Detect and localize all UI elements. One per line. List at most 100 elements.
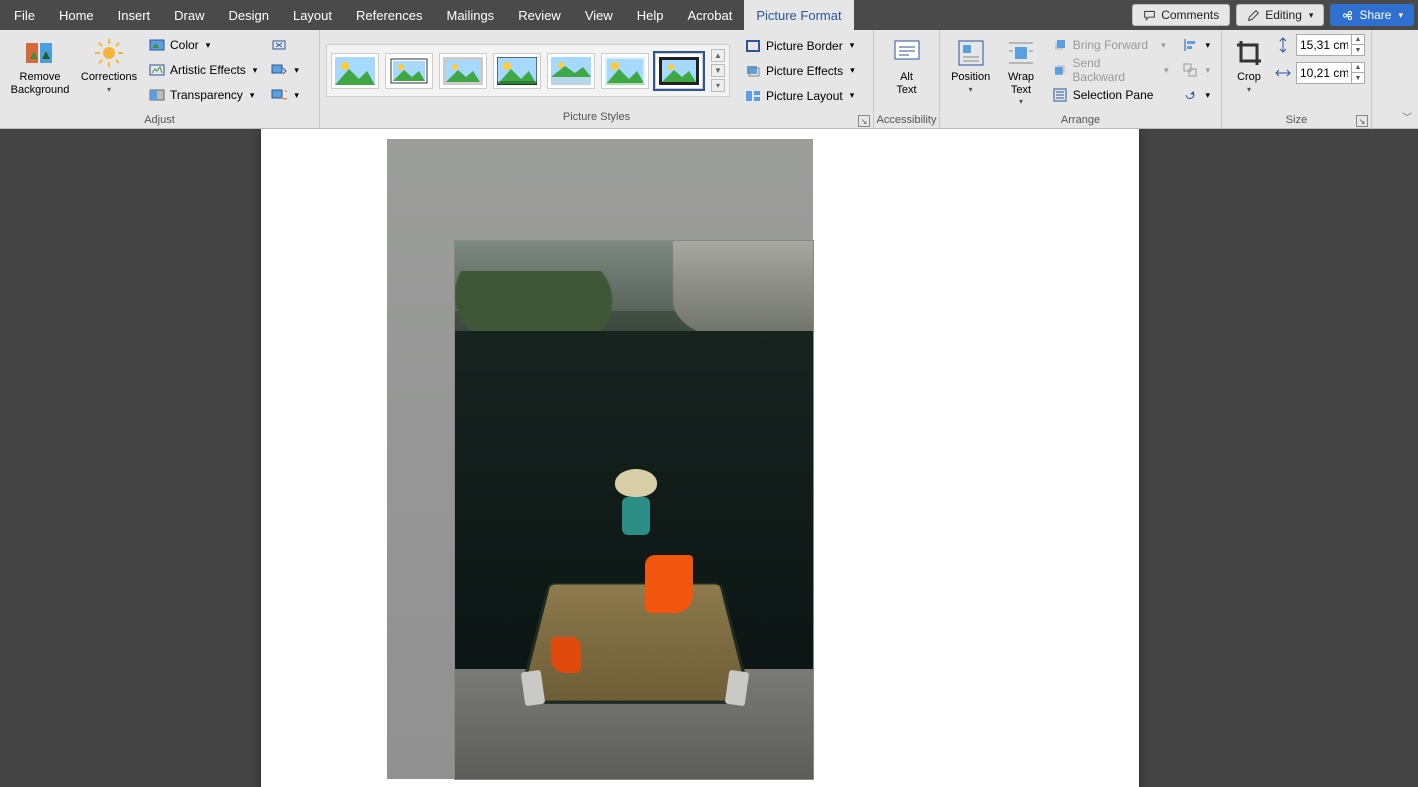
picture-style-option-3[interactable] [439,53,487,89]
tab-references[interactable]: References [344,0,434,30]
group-picture-styles: ▲ ▼ ▾ Picture Border ▾ Picture Effects ▾ [320,30,874,129]
group-label-picture-styles: Picture Styles↘ [320,111,873,129]
share-button[interactable]: Share ▾ [1330,4,1414,26]
remove-background-icon [24,37,56,69]
picture-style-option-7[interactable] [655,53,703,89]
selected-picture[interactable] [454,240,814,780]
chevron-down-icon: ▾ [850,90,855,101]
height-down[interactable]: ▼ [1352,45,1364,55]
width-down[interactable]: ▼ [1352,73,1364,83]
gallery-scroll: ▲ ▼ ▾ [711,49,725,92]
editing-mode-button[interactable]: Editing ▾ [1236,4,1324,26]
transparency-label: Transparency [170,88,243,102]
send-backward-button[interactable]: Send Backward ▾ [1047,59,1174,81]
chevron-down-icon: ▾ [969,85,973,94]
remove-background-button[interactable]: Remove Background [6,34,74,110]
ribbon: Remove Background Corrections ▾ Color ▾ … [0,30,1418,129]
picture-style-option-4[interactable] [493,53,541,89]
bring-forward-button[interactable]: Bring Forward ▾ [1047,34,1174,56]
tab-acrobat[interactable]: Acrobat [676,0,745,30]
ribbon-collapse-button[interactable]: ﹀ [1402,109,1412,124]
corrections-button[interactable]: Corrections ▾ [78,34,140,110]
chevron-down-icon: ▾ [1247,85,1251,94]
picture-style-option-5[interactable] [547,53,595,89]
height-spinner[interactable]: ▲▼ [1296,34,1365,56]
picture-style-option-2[interactable] [385,53,433,89]
share-icon [1341,9,1354,22]
transparency-button[interactable]: Transparency ▾ [144,84,262,106]
title-bar-buttons: Comments Editing ▾ Share ▾ [1132,0,1418,30]
crop-button[interactable]: Crop ▾ [1228,34,1270,110]
comments-button[interactable]: Comments [1132,4,1230,26]
tab-draw[interactable]: Draw [162,0,216,30]
dialog-launcher-size[interactable]: ↘ [1356,115,1368,127]
editing-label: Editing [1265,8,1302,22]
gallery-scroll-up[interactable]: ▲ [711,49,725,62]
tab-home[interactable]: Home [47,0,106,30]
selection-pane-button[interactable]: Selection Pane [1047,84,1174,106]
picture-layout-button[interactable]: Picture Layout ▾ [740,85,860,107]
color-button[interactable]: Color ▾ [144,34,262,56]
ribbon-tabs-bar: File Home Insert Draw Design Layout Refe… [0,0,1418,30]
tab-layout[interactable]: Layout [281,0,344,30]
align-icon [1182,37,1198,53]
change-picture-button[interactable]: ▾ [266,59,304,81]
send-backward-label: Send Backward [1072,56,1155,84]
picture-effects-button[interactable]: Picture Effects ▾ [740,60,860,82]
tab-review[interactable]: Review [506,0,573,30]
send-backward-icon [1052,62,1068,78]
wrap-text-icon [1005,37,1037,69]
compress-pictures-button[interactable] [266,34,304,56]
tab-view[interactable]: View [573,0,625,30]
align-button[interactable]: ▾ [1177,34,1215,56]
document-canvas[interactable] [0,129,1418,787]
change-picture-icon [271,62,287,78]
group-label-size: Size↘ [1222,114,1371,129]
height-up[interactable]: ▲ [1352,35,1364,45]
transparency-icon [149,87,165,103]
gallery-scroll-down[interactable]: ▼ [711,64,725,77]
reset-picture-button[interactable]: ▾ [266,84,304,106]
alt-text-button[interactable]: Alt Text [880,34,933,110]
chevron-down-icon: ▾ [1205,65,1210,76]
tab-file[interactable]: File [2,0,47,30]
tab-picture-format[interactable]: Picture Format [744,0,853,30]
remove-background-label: Remove Background [11,71,70,96]
position-icon [955,37,987,69]
picture-trees-region [455,271,615,331]
share-label: Share [1359,8,1391,22]
document-page[interactable] [261,129,1139,787]
wrap-text-button[interactable]: Wrap Text ▾ [999,34,1042,110]
pencil-icon [1247,9,1260,22]
width-input[interactable] [1297,66,1351,80]
position-button[interactable]: Position ▾ [946,34,995,110]
selection-pane-label: Selection Pane [1073,88,1154,102]
rotate-button[interactable]: ▾ [1177,84,1215,106]
ribbon-tabs: File Home Insert Draw Design Layout Refe… [0,0,854,30]
group-objects-button[interactable]: ▾ [1177,59,1215,81]
group-label-arrange: Arrange [940,114,1221,129]
picture-style-option-6[interactable] [601,53,649,89]
tab-mailings[interactable]: Mailings [435,0,507,30]
gallery-expand[interactable]: ▾ [711,79,725,92]
picture-style-option-1[interactable] [331,53,379,89]
picture-styles-gallery: ▲ ▼ ▾ [326,44,730,97]
width-up[interactable]: ▲ [1352,63,1364,73]
picture-layout-label: Picture Layout [766,89,843,103]
comments-label: Comments [1161,8,1219,22]
chevron-down-icon: ▾ [1309,10,1314,21]
chevron-down-icon: ▾ [1164,65,1169,76]
tab-insert[interactable]: Insert [106,0,163,30]
artistic-effects-button[interactable]: Artistic Effects ▾ [144,59,262,81]
bring-forward-icon [1052,37,1068,53]
width-spinner[interactable]: ▲▼ [1296,62,1365,84]
tab-help[interactable]: Help [625,0,676,30]
selection-pane-icon [1052,87,1068,103]
dialog-launcher-picture-styles[interactable]: ↘ [858,115,870,127]
tab-design[interactable]: Design [217,0,281,30]
picture-effects-label: Picture Effects [766,64,843,78]
group-adjust: Remove Background Corrections ▾ Color ▾ … [0,30,320,129]
picture-border-button[interactable]: Picture Border ▾ [740,35,860,57]
height-input[interactable] [1297,38,1351,52]
picture-color-icon [149,37,165,53]
